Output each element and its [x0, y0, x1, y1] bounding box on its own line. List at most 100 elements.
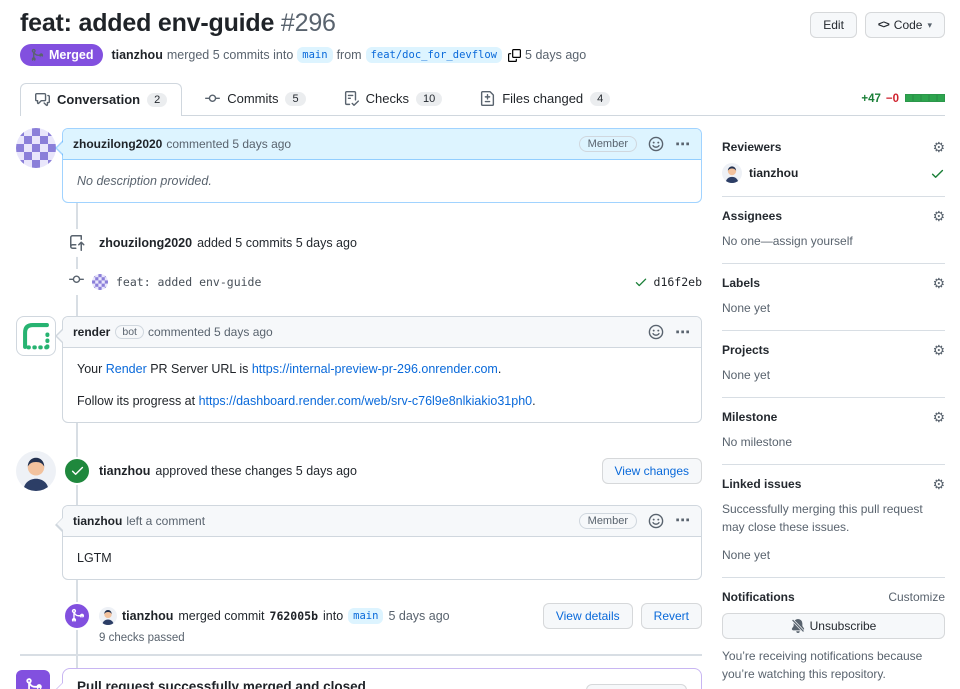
base-branch-label[interactable]: main	[348, 607, 384, 624]
pr-header: feat: added env-guide #296 Edit <> Code …	[20, 8, 945, 67]
diffstat[interactable]: +47 −0	[861, 93, 945, 115]
tab-checks[interactable]: Checks 10	[329, 82, 458, 115]
tab-count: 10	[415, 91, 443, 106]
comment-box: render bot commented 5 days ago ⋯ Your R…	[55, 316, 702, 423]
edit-button[interactable]: Edit	[810, 12, 857, 38]
merger-login[interactable]: tianzhou	[111, 48, 162, 62]
bell-slash-icon	[791, 619, 805, 633]
tab-count: 4	[590, 91, 611, 106]
tab-label: Files changed	[502, 91, 584, 107]
sidebar-section-notifications: Notifications Customize Unsubscribe You’…	[722, 578, 945, 689]
merged-badge-label: Merged	[49, 48, 94, 63]
avatar-zhouzilong2020[interactable]	[16, 128, 56, 168]
git-merge-icon	[30, 48, 44, 62]
pr-sidebar: Reviewers ⚙ tianzhou Assignees ⚙ No one—…	[722, 128, 945, 689]
bot-text: Your	[77, 362, 106, 377]
copy-branch-icon[interactable]	[508, 49, 521, 62]
customize-link[interactable]: Customize	[888, 590, 945, 604]
revert-button[interactable]: Revert	[640, 602, 702, 629]
comment-discussion-icon	[35, 92, 50, 107]
comment-author[interactable]: zhouzilong2020	[73, 137, 162, 151]
gear-icon[interactable]: ⚙	[932, 276, 945, 290]
unsubscribe-button[interactable]: Unsubscribe	[722, 613, 945, 640]
delete-branch-button[interactable]: Delete branch	[586, 684, 687, 689]
merged-status-badge: Merged	[20, 44, 104, 67]
timeline-divider	[20, 653, 702, 656]
git-merge-icon	[63, 601, 91, 630]
avatar-tianzhou[interactable]	[99, 607, 117, 625]
view-details-button[interactable]: View details	[542, 602, 633, 629]
event-actor[interactable]: zhouzilong2020	[99, 236, 192, 250]
tab-label: Checks	[365, 91, 409, 107]
tab-conversation[interactable]: Conversation 2	[20, 83, 183, 117]
commit-message-link[interactable]: feat: added env-guide	[116, 275, 261, 289]
smiley-icon[interactable]	[648, 513, 664, 529]
render-link[interactable]: Render	[106, 362, 147, 376]
comment-author[interactable]: tianzhou	[73, 514, 122, 528]
comment-box: zhouzilong2020 commented 5 days ago Memb…	[55, 128, 702, 204]
pr-timeline: zhouzilong2020 commented 5 days ago Memb…	[16, 128, 702, 689]
bot-text: .	[497, 362, 502, 377]
avatar-zhouzilong2020[interactable]	[92, 274, 108, 290]
diffstat-additions: +47	[861, 93, 881, 106]
code-button-label: Code	[893, 18, 923, 32]
sidebar-section-assignees: Assignees ⚙ No one—assign yourself	[722, 197, 945, 265]
notifications-desc: You’re receiving notifications because y…	[722, 649, 923, 682]
reviewer-login[interactable]: tianzhou	[749, 166, 798, 180]
sidebar-section-linked-issues: Linked issues ⚙ Successfully merging thi…	[722, 465, 945, 579]
checks-passed-icon[interactable]	[634, 275, 648, 289]
chevron-down-icon: ▾	[927, 19, 932, 30]
commit-sha-link[interactable]: d16f2eb	[654, 275, 702, 289]
unsubscribe-label: Unsubscribe	[809, 619, 877, 634]
assignees-empty-text[interactable]: No one—assign yourself	[722, 232, 945, 250]
merge-text: merged 5 commits into	[166, 48, 294, 63]
section-title: Notifications	[722, 590, 795, 605]
approved-check-icon	[63, 456, 91, 485]
checks-passed-text[interactable]: 9 checks passed	[99, 632, 702, 644]
sidebar-section-reviewers: Reviewers ⚙ tianzhou	[722, 140, 945, 198]
review-comment: tianzhou left a comment Member ⋯ LGTM	[55, 504, 702, 580]
pr-page: feat: added env-guide #296 Edit <> Code …	[0, 0, 960, 689]
view-changes-button[interactable]: View changes	[601, 457, 702, 484]
preview-url-link[interactable]: https://internal-preview-pr-296.onrender…	[252, 362, 498, 376]
code-button[interactable]: <> Code ▾	[864, 12, 945, 38]
dashboard-url-link[interactable]: https://dashboard.render.com/web/srv-c76…	[199, 394, 533, 408]
comment-author[interactable]: render	[73, 325, 110, 339]
section-title: Projects	[722, 343, 770, 358]
projects-empty-text: None yet	[722, 368, 771, 383]
comment-body: LGTM	[77, 550, 112, 565]
avatar-tianzhou[interactable]	[722, 163, 742, 183]
gear-icon[interactable]: ⚙	[932, 410, 945, 424]
merge-commit-sha[interactable]: 762005b	[270, 609, 318, 623]
avatar-tianzhou[interactable]	[16, 451, 56, 491]
section-title: Milestone	[722, 410, 778, 425]
event-actor[interactable]: tianzhou	[122, 609, 173, 623]
tab-files-changed[interactable]: Files changed 4	[465, 82, 625, 115]
event-meta: approved these changes 5 days ago	[155, 463, 357, 478]
gear-icon[interactable]: ⚙	[932, 343, 945, 357]
diffstat-deletions: −0	[885, 93, 899, 106]
base-branch-label[interactable]: main	[297, 47, 333, 64]
git-commit-icon	[69, 272, 84, 287]
smiley-icon[interactable]	[648, 324, 664, 340]
tab-commits[interactable]: Commits 5	[190, 82, 320, 115]
kebab-menu-icon[interactable]: ⋯	[675, 513, 691, 528]
head-branch-label[interactable]: feat/doc_for_devflow	[365, 47, 503, 64]
diffstat-blocks	[905, 93, 945, 105]
avatar-render-bot[interactable]	[16, 316, 56, 357]
gear-icon[interactable]: ⚙	[932, 140, 945, 154]
kebab-menu-icon[interactable]: ⋯	[675, 137, 691, 152]
gear-icon[interactable]: ⚙	[932, 477, 945, 491]
event-actor[interactable]: tianzhou	[99, 464, 150, 478]
gear-icon[interactable]: ⚙	[932, 209, 945, 223]
labels-empty-text: None yet	[722, 301, 771, 316]
approved-check-icon	[930, 166, 945, 181]
tab-count: 5	[285, 91, 306, 106]
kebab-menu-icon[interactable]: ⋯	[675, 325, 691, 340]
merged-event: tianzhou merged commit 762005b into main…	[63, 601, 702, 630]
smiley-icon[interactable]	[648, 136, 664, 152]
merged-banner: Pull request successfully merged and clo…	[16, 667, 702, 689]
member-badge: Member	[578, 136, 637, 153]
linked-issues-desc: Successfully merging this pull request m…	[722, 502, 923, 535]
sidebar-section-milestone: Milestone ⚙ No milestone	[722, 398, 945, 466]
